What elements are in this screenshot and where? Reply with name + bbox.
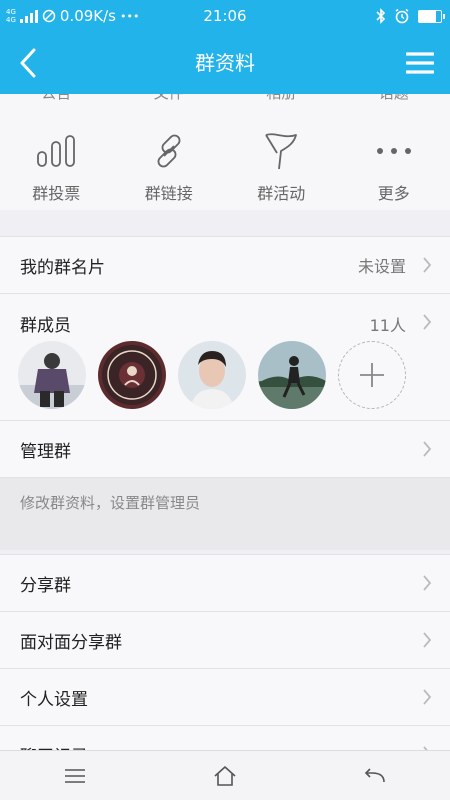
- group-members-section[interactable]: 群成员 11人: [0, 294, 450, 421]
- group-info-screen: 4G 4G 0.09K/s ••• 21:06 群资料 群投票 群链接 群活动 …: [0, 0, 450, 800]
- hint-text: 修改群资料，设置群管理员: [20, 494, 201, 512]
- page-title: 群资料: [195, 51, 255, 75]
- face-to-face-share-row[interactable]: 面对面分享群: [0, 612, 450, 669]
- notification-dots: •••: [120, 9, 140, 23]
- tool-link[interactable]: 群链接: [113, 130, 226, 204]
- flag-icon: [265, 133, 298, 170]
- avatar[interactable]: [258, 341, 326, 409]
- battery-icon: [418, 9, 445, 23]
- nav-bar: 群资料: [0, 32, 450, 94]
- network-top: 4G: [6, 8, 16, 16]
- tool-partial-label[interactable]: 相册: [225, 94, 338, 103]
- row-label: 聊天记录: [0, 742, 88, 751]
- avatar[interactable]: [98, 341, 166, 409]
- content-scroll[interactable]: 公告 文件 相册 话题 群投票: [0, 94, 450, 750]
- hamburger-menu-icon: [406, 52, 434, 74]
- home-icon: [214, 766, 236, 786]
- tools-section: 公告 文件 相册 话题 群投票: [0, 94, 450, 210]
- manage-group-hint: 修改群资料，设置群管理员: [0, 478, 450, 550]
- battery-level: [419, 10, 436, 22]
- manage-group-row[interactable]: 管理群: [0, 421, 450, 478]
- tool-label: 群链接: [144, 184, 193, 203]
- row-label: 面对面分享群: [20, 632, 122, 653]
- tool-label: 群投票: [32, 184, 81, 203]
- bar-chart-icon: [37, 135, 76, 167]
- plus-icon: [360, 363, 384, 387]
- row-label: 我的群名片: [20, 257, 105, 278]
- tool-label: 更多: [377, 184, 410, 203]
- tool-vote[interactable]: 群投票: [0, 130, 113, 204]
- back-arrow-icon: [364, 768, 385, 783]
- system-home-button[interactable]: [150, 751, 300, 800]
- chevron-right-icon: [423, 575, 432, 591]
- chevron-right-icon: [423, 689, 432, 705]
- row-label: 个人设置: [20, 689, 88, 710]
- avatar[interactable]: [18, 341, 86, 409]
- share-group-row[interactable]: 分享群: [0, 554, 450, 612]
- bluetooth-icon: [376, 8, 386, 24]
- avatar[interactable]: [178, 341, 246, 409]
- chevron-right-icon: [423, 632, 432, 648]
- tool-activity[interactable]: 群活动: [225, 130, 338, 204]
- network-type: 4G 4G: [6, 8, 16, 24]
- row-label: 群成员: [20, 316, 71, 336]
- row-label: 管理群: [20, 441, 71, 462]
- signal-icon: [19, 9, 38, 23]
- chevron-right-icon: [423, 257, 432, 273]
- row-value: 未设置: [357, 257, 406, 276]
- row-label: 分享群: [20, 575, 71, 596]
- member-count: 11人: [369, 316, 406, 335]
- tool-partial-label[interactable]: 文件: [113, 94, 226, 103]
- network-bottom: 4G: [6, 16, 16, 24]
- alarm-icon: [395, 8, 409, 24]
- system-back-button[interactable]: [300, 751, 450, 800]
- system-menu-button[interactable]: [0, 751, 150, 800]
- status-bar: 4G 4G 0.09K/s ••• 21:06: [0, 0, 450, 32]
- more-dots-icon: [376, 148, 411, 154]
- add-member-button[interactable]: [338, 341, 406, 409]
- system-nav-bar: [0, 750, 450, 800]
- chevron-right-icon: [423, 314, 432, 330]
- network-speed: 0.09K/s: [59, 7, 116, 25]
- section-divider: [0, 210, 450, 236]
- menu-lines-icon: [65, 769, 85, 783]
- chevron-right-icon: [423, 441, 432, 457]
- tool-more[interactable]: 更多: [338, 130, 450, 204]
- tool-partial-label[interactable]: 话题: [338, 94, 450, 103]
- link-icon: [157, 134, 181, 168]
- tools-row-partial: 公告 文件 相册 话题: [0, 94, 450, 103]
- personal-settings-row[interactable]: 个人设置: [0, 669, 450, 726]
- tool-label: 群活动: [257, 184, 306, 203]
- menu-button[interactable]: [398, 41, 442, 85]
- no-sim-icon: [42, 9, 56, 23]
- tool-partial-label[interactable]: 公告: [0, 94, 113, 103]
- chat-history-row[interactable]: 聊天记录: [0, 726, 450, 750]
- my-group-card-row[interactable]: 我的群名片 未设置: [0, 236, 450, 294]
